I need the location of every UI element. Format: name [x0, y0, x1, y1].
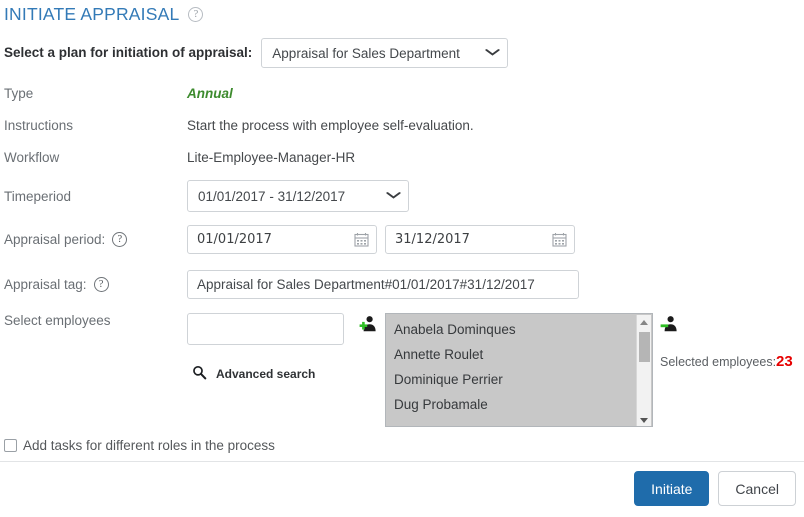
scroll-up-icon[interactable]	[637, 315, 651, 329]
footer-divider	[0, 461, 804, 462]
magnifier-glyph	[193, 365, 207, 380]
initiate-appraisal-dialog: INITIATE APPRAISAL ? Select a plan for i…	[0, 0, 804, 517]
chevron-down-glyph	[485, 49, 500, 56]
detail-row-workflow: Workflow Lite-Employee-Manager-HR	[4, 150, 355, 165]
instructions-value: Start the process with employee self-eva…	[187, 118, 474, 133]
detail-row-type: Type Annual	[4, 86, 233, 101]
timeperiod-label: Timeperiod	[4, 188, 72, 204]
select-employees-row: Select employees Advanced search Anabela…	[4, 313, 793, 427]
plan-select-dropdown[interactable]: Appraisal for Sales Department	[261, 38, 509, 68]
employee-list[interactable]: Anabela Dominques Annette Roulet Dominiq…	[385, 313, 653, 427]
timeperiod-label-wrap: Timeperiod	[4, 189, 187, 204]
user-remove-icon[interactable]	[660, 315, 678, 333]
appraisal-tag-input[interactable]: Appraisal for Sales Department#01/01/201…	[187, 270, 579, 299]
select-employees-label: Select employees	[4, 313, 111, 328]
employee-search-input[interactable]	[187, 313, 344, 345]
appraisal-start-date-value: 01/01/2017	[197, 232, 272, 247]
selected-employees-count: Selected employees:23	[660, 353, 793, 370]
appraisal-end-date-input[interactable]: 31/12/2017	[385, 225, 575, 254]
chevron-down-glyph	[386, 192, 401, 199]
scroll-down-icon[interactable]	[637, 413, 651, 426]
chevron-down-icon	[485, 47, 500, 59]
chevron-down-icon	[386, 190, 401, 202]
calendar-icon[interactable]	[552, 232, 567, 247]
list-item[interactable]: Dominique Perrier	[386, 367, 652, 392]
help-circle-icon[interactable]: ?	[188, 6, 204, 22]
appraisal-tag-label-wrap: Appraisal tag: ?	[4, 277, 187, 292]
help-circle-icon[interactable]: ?	[112, 232, 128, 247]
appraisal-tag-row: Appraisal tag: ? Appraisal for Sales Dep…	[4, 270, 579, 299]
instructions-label: Instructions	[4, 118, 74, 133]
appraisal-start-date-input[interactable]: 01/01/2017	[187, 225, 377, 254]
workflow-label: Workflow	[4, 150, 60, 165]
employee-search-column: Advanced search	[187, 313, 355, 383]
help-circle-icon[interactable]: ?	[93, 277, 109, 292]
selected-employees-value: 23	[776, 353, 793, 370]
plan-select-label: Select a plan for initiation of appraisa…	[4, 45, 253, 60]
user-remove-glyph	[660, 316, 677, 332]
employee-actions-column: Selected employees:23	[660, 313, 793, 370]
list-item[interactable]: Dug Probamale	[386, 392, 652, 417]
calendar-glyph	[552, 233, 567, 247]
appraisal-tag-label: Appraisal tag:	[4, 277, 87, 292]
list-item[interactable]: Annette Roulet	[386, 342, 652, 367]
appraisal-period-row: Appraisal period: ? 01/01/2017 31/12/201…	[4, 225, 575, 254]
scrollbar-thumb[interactable]	[639, 332, 650, 362]
detail-row-instructions: Instructions Start the process with empl…	[4, 118, 474, 133]
appraisal-end-date-value: 31/12/2017	[395, 232, 470, 247]
user-add-icon[interactable]	[359, 315, 377, 333]
timeperiod-dropdown[interactable]: 01/01/2017 - 31/12/2017	[187, 180, 409, 212]
cancel-button[interactable]: Cancel	[718, 471, 796, 506]
timeperiod-row: Timeperiod 01/01/2017 - 31/12/2017	[4, 180, 409, 212]
type-value: Annual	[187, 86, 233, 101]
type-label: Type	[4, 86, 34, 101]
appraisal-tag-value: Appraisal for Sales Department#01/01/201…	[197, 277, 535, 292]
calendar-glyph	[354, 233, 369, 247]
advanced-search-button[interactable]: Advanced search	[187, 365, 355, 383]
appraisal-period-label: Appraisal period:	[4, 232, 106, 247]
advanced-search-label: Advanced search	[216, 367, 316, 381]
employee-list-wrapper: Anabela Dominques Annette Roulet Dominiq…	[385, 313, 653, 427]
plan-select-value: Appraisal for Sales Department	[272, 45, 460, 61]
list-item[interactable]: Anabela Dominques	[386, 317, 652, 342]
add-tasks-row: Add tasks for different roles in the pro…	[4, 438, 275, 453]
select-employees-label-wrap: Select employees	[4, 313, 187, 328]
add-tasks-checkbox[interactable]	[4, 439, 17, 452]
initiate-button[interactable]: Initiate	[634, 471, 710, 506]
page-header: INITIATE APPRAISAL ?	[4, 4, 204, 24]
magnifier-icon	[192, 365, 207, 383]
dialog-footer: Initiate Cancel	[634, 471, 796, 506]
page-title: INITIATE APPRAISAL	[4, 4, 180, 24]
timeperiod-value: 01/01/2017 - 31/12/2017	[198, 188, 346, 204]
user-add-glyph	[359, 316, 376, 332]
workflow-value: Lite-Employee-Manager-HR	[187, 150, 356, 165]
selected-employees-label: Selected employees:	[660, 355, 777, 369]
employee-list-scrollbar[interactable]	[636, 315, 651, 426]
plan-select-row: Select a plan for initiation of appraisa…	[4, 38, 509, 68]
calendar-icon[interactable]	[354, 232, 369, 247]
add-tasks-label[interactable]: Add tasks for different roles in the pro…	[23, 438, 275, 453]
appraisal-period-label-wrap: Appraisal period: ?	[4, 232, 187, 247]
